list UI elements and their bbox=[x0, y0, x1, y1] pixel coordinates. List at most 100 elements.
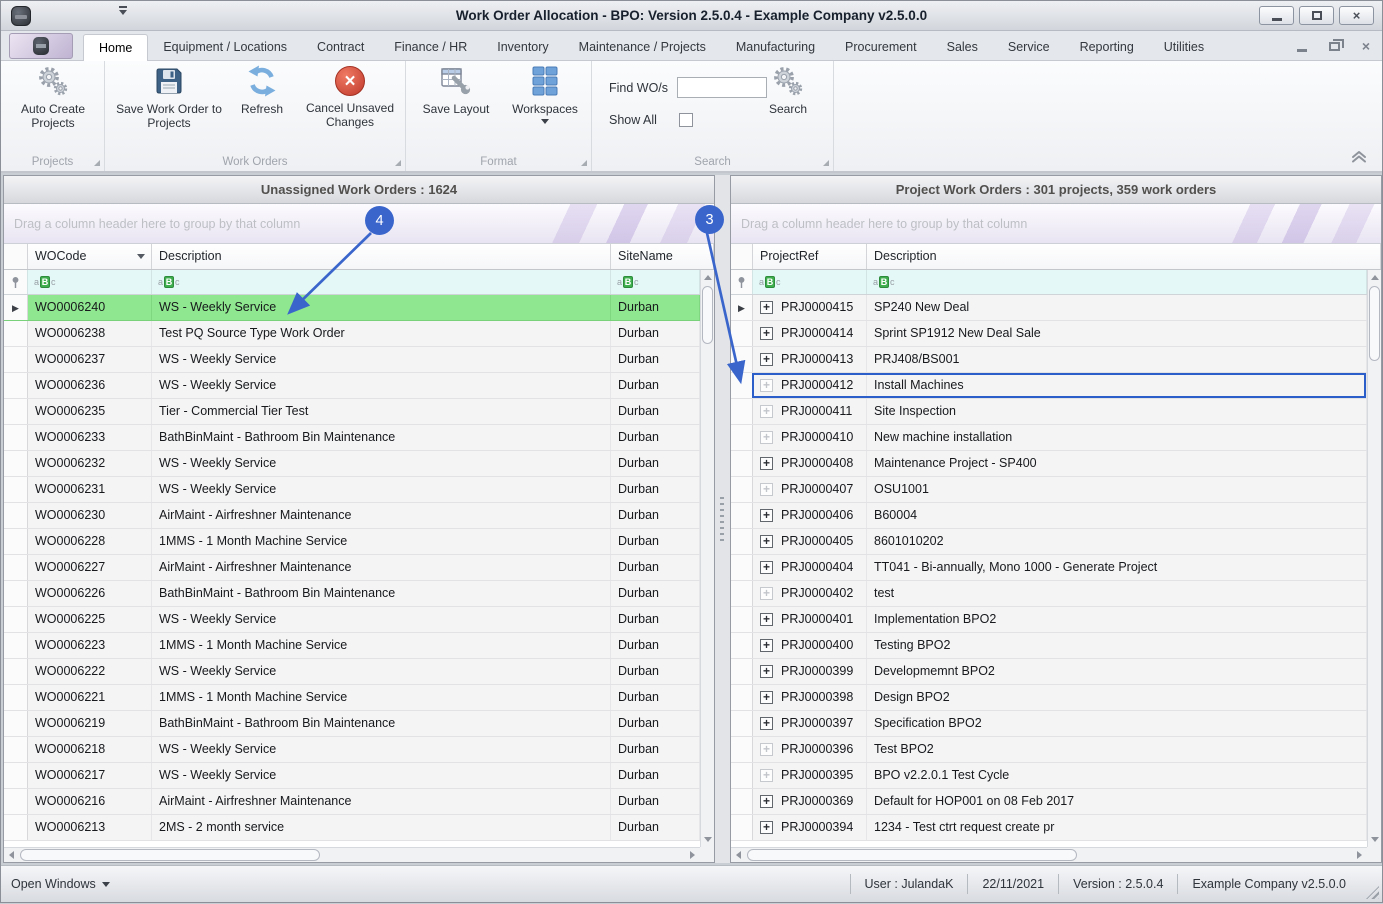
ribbon-tab[interactable]: Procurement bbox=[830, 34, 932, 61]
work-order-row[interactable]: WO0006240 WS - Weekly Service Durban bbox=[4, 295, 700, 321]
project-row[interactable]: PRJ0000397 Specification BPO2 bbox=[731, 711, 1367, 737]
expand-icon[interactable] bbox=[760, 769, 773, 782]
left-horizontal-scrollbar[interactable] bbox=[4, 847, 700, 862]
project-row[interactable]: PRJ0000414 Sprint SP1912 New Deal Sale bbox=[731, 321, 1367, 347]
ribbon-tab[interactable]: Finance / HR bbox=[379, 34, 482, 61]
dialog-launcher-icon[interactable] bbox=[823, 160, 829, 166]
work-order-row[interactable]: WO0006237 WS - Weekly Service Durban bbox=[4, 347, 700, 373]
scrollbar-thumb[interactable] bbox=[1369, 286, 1380, 361]
ribbon-tab[interactable]: Utilities bbox=[1149, 34, 1219, 61]
work-order-row[interactable]: WO0006233 BathBinMaint - Bathroom Bin Ma… bbox=[4, 425, 700, 451]
ribbon-tab[interactable]: Inventory bbox=[482, 34, 563, 61]
ribbon-tab[interactable]: Sales bbox=[932, 34, 993, 61]
expand-icon[interactable] bbox=[760, 743, 773, 756]
minimize-button[interactable] bbox=[1259, 6, 1294, 25]
scroll-down-icon[interactable] bbox=[1371, 837, 1379, 842]
expand-icon[interactable] bbox=[760, 795, 773, 808]
expand-icon[interactable] bbox=[760, 457, 773, 470]
project-row[interactable]: PRJ0000415 SP240 New Deal bbox=[731, 295, 1367, 321]
work-order-row[interactable]: WO0006236 WS - Weekly Service Durban bbox=[4, 373, 700, 399]
work-order-row[interactable]: WO0006238 Test PQ Source Type Work Order… bbox=[4, 321, 700, 347]
scroll-up-icon[interactable] bbox=[1371, 275, 1379, 280]
ribbon-tab[interactable]: Reporting bbox=[1065, 34, 1149, 61]
open-windows-dropdown[interactable]: Open Windows bbox=[11, 877, 110, 891]
save-work-order-button[interactable]: Save Work Order to Projects bbox=[111, 65, 227, 130]
mdi-restore-button[interactable] bbox=[1328, 38, 1344, 51]
project-row[interactable]: PRJ0000405 8601010202 bbox=[731, 529, 1367, 555]
scroll-left-icon[interactable] bbox=[9, 851, 14, 859]
work-order-row[interactable]: WO0006221 1MMS - 1 Month Machine Service… bbox=[4, 685, 700, 711]
expand-icon[interactable] bbox=[760, 301, 773, 314]
right-vertical-scrollbar[interactable] bbox=[1367, 270, 1381, 847]
project-row[interactable]: PRJ0000395 BPO v2.2.0.1 Test Cycle bbox=[731, 763, 1367, 789]
search-button[interactable]: Search bbox=[753, 65, 823, 116]
scroll-up-icon[interactable] bbox=[704, 275, 712, 280]
work-order-row[interactable]: WO0006231 WS - Weekly Service Durban bbox=[4, 477, 700, 503]
project-row[interactable]: PRJ0000412 Install Machines bbox=[731, 373, 1367, 399]
application-menu-button[interactable] bbox=[9, 33, 73, 59]
collapse-ribbon-icon[interactable] bbox=[1350, 150, 1368, 163]
filter-pin-cell[interactable] bbox=[4, 270, 28, 294]
work-order-row[interactable]: WO0006217 WS - Weekly Service Durban bbox=[4, 763, 700, 789]
expand-icon[interactable] bbox=[760, 353, 773, 366]
column-header-description[interactable]: Description bbox=[152, 244, 611, 269]
expand-icon[interactable] bbox=[760, 561, 773, 574]
scroll-left-icon[interactable] bbox=[736, 851, 741, 859]
work-order-row[interactable]: WO0006219 BathBinMaint - Bathroom Bin Ma… bbox=[4, 711, 700, 737]
work-order-row[interactable]: WO0006226 BathBinMaint - Bathroom Bin Ma… bbox=[4, 581, 700, 607]
work-order-row[interactable]: WO0006216 AirMaint - Airfreshner Mainten… bbox=[4, 789, 700, 815]
filter-cell-projectref[interactable] bbox=[753, 270, 867, 294]
ribbon-tab[interactable]: Maintenance / Projects bbox=[564, 34, 721, 61]
ribbon-tab[interactable]: Manufacturing bbox=[721, 34, 830, 61]
filter-dropdown-icon[interactable] bbox=[137, 254, 145, 259]
expand-icon[interactable] bbox=[760, 691, 773, 704]
work-order-row[interactable]: WO0006230 AirMaint - Airfreshner Mainten… bbox=[4, 503, 700, 529]
scrollbar-thumb[interactable] bbox=[702, 286, 713, 344]
expand-icon[interactable] bbox=[760, 405, 773, 418]
project-row[interactable]: PRJ0000408 Maintenance Project - SP400 bbox=[731, 451, 1367, 477]
expand-icon[interactable] bbox=[760, 821, 773, 834]
panel-splitter[interactable] bbox=[715, 175, 730, 863]
right-horizontal-scrollbar[interactable] bbox=[731, 847, 1367, 862]
resize-grip-icon[interactable] bbox=[1366, 886, 1379, 899]
maximize-button[interactable] bbox=[1299, 6, 1334, 25]
column-header-wocode[interactable]: WOCode bbox=[28, 244, 152, 269]
scroll-down-icon[interactable] bbox=[704, 837, 712, 842]
save-layout-button[interactable]: Save Layout bbox=[412, 65, 500, 116]
work-order-row[interactable]: WO0006232 WS - Weekly Service Durban bbox=[4, 451, 700, 477]
expand-icon[interactable] bbox=[760, 639, 773, 652]
show-all-checkbox[interactable] bbox=[678, 113, 693, 127]
right-group-by-bar[interactable]: Drag a column header here to group by th… bbox=[731, 204, 1381, 244]
scroll-right-icon[interactable] bbox=[690, 851, 695, 859]
cancel-unsaved-changes-button[interactable]: × Cancel Unsaved Changes bbox=[297, 65, 403, 129]
dialog-launcher-icon[interactable] bbox=[395, 160, 401, 166]
column-header-description[interactable]: Description bbox=[867, 244, 1381, 269]
filter-cell-description[interactable] bbox=[867, 270, 1367, 294]
expand-icon[interactable] bbox=[760, 379, 773, 392]
filter-cell-sitename[interactable] bbox=[611, 270, 700, 294]
mdi-close-button[interactable]: × bbox=[1362, 39, 1370, 53]
expand-icon[interactable] bbox=[760, 431, 773, 444]
expand-icon[interactable] bbox=[760, 587, 773, 600]
close-button[interactable]: × bbox=[1339, 6, 1374, 25]
work-order-row[interactable]: WO0006218 WS - Weekly Service Durban bbox=[4, 737, 700, 763]
work-order-row[interactable]: WO0006213 2MS - 2 month service Durban bbox=[4, 815, 700, 841]
expand-icon[interactable] bbox=[760, 483, 773, 496]
project-row[interactable]: PRJ0000399 Developmemnt BPO2 bbox=[731, 659, 1367, 685]
project-row[interactable]: PRJ0000402 test bbox=[731, 581, 1367, 607]
project-row[interactable]: PRJ0000410 New machine installation bbox=[731, 425, 1367, 451]
left-vertical-scrollbar[interactable] bbox=[700, 270, 714, 847]
project-row[interactable]: PRJ0000406 B60004 bbox=[731, 503, 1367, 529]
project-row[interactable]: PRJ0000400 Testing BPO2 bbox=[731, 633, 1367, 659]
filter-cell-description[interactable] bbox=[152, 270, 611, 294]
expand-icon[interactable] bbox=[760, 613, 773, 626]
project-row[interactable]: PRJ0000411 Site Inspection bbox=[731, 399, 1367, 425]
ribbon-tab[interactable]: Equipment / Locations bbox=[148, 34, 302, 61]
ribbon-tab[interactable]: Contract bbox=[302, 34, 379, 61]
scrollbar-thumb[interactable] bbox=[747, 849, 1077, 861]
ribbon-tab[interactable]: Home bbox=[83, 34, 149, 61]
work-order-row[interactable]: WO0006227 AirMaint - Airfreshner Mainten… bbox=[4, 555, 700, 581]
column-header-sitename[interactable]: SiteName bbox=[611, 244, 714, 269]
workspaces-button[interactable]: Workspaces bbox=[502, 65, 588, 124]
mdi-minimize-button[interactable] bbox=[1296, 41, 1307, 52]
